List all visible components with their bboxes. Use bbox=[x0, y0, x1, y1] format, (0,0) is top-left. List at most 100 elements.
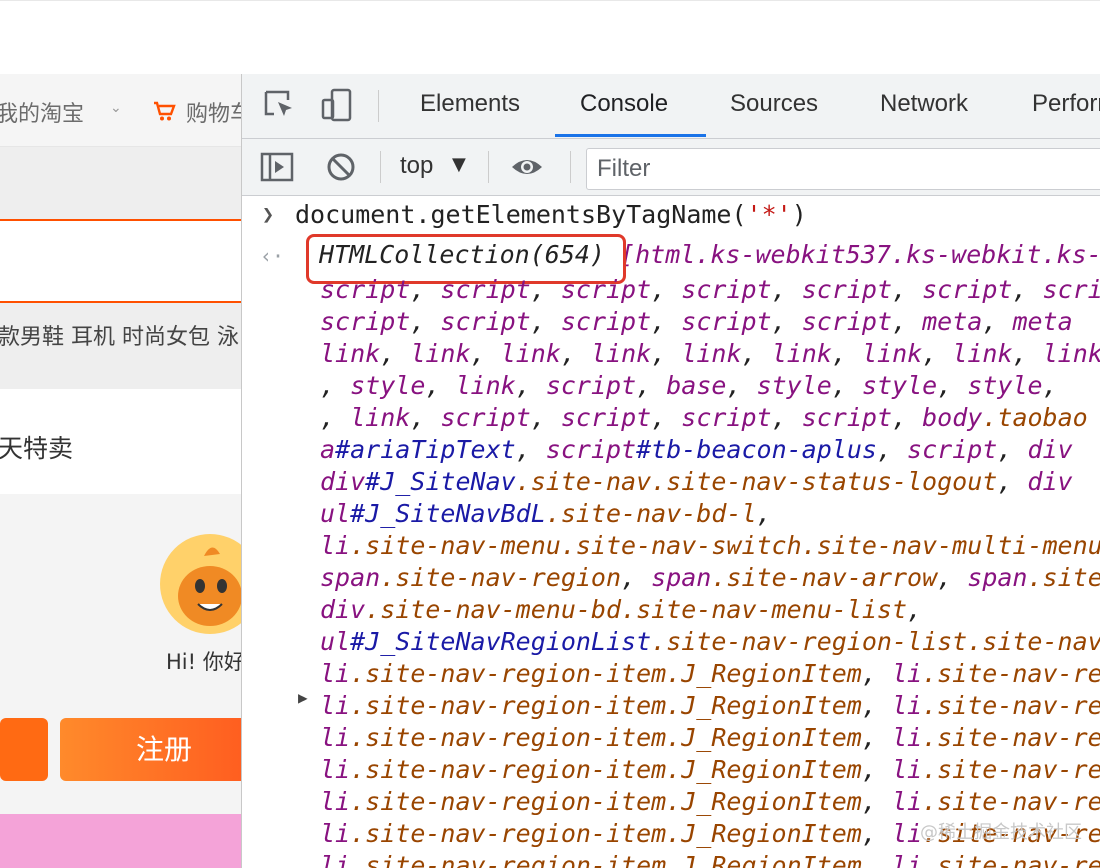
promo-banner[interactable] bbox=[0, 814, 241, 868]
console-punct: , bbox=[922, 339, 953, 368]
console-punct: , bbox=[771, 403, 802, 432]
dropdown-arrow-icon[interactable]: ▼ bbox=[452, 154, 466, 175]
console-punct: , bbox=[560, 339, 591, 368]
console-line[interactable]: ul#J_SiteNavRegionList.site-nav-region-l… bbox=[320, 626, 1100, 658]
tmall-promo-label[interactable]: 天特卖 bbox=[0, 429, 73, 465]
console-line[interactable]: div#J_SiteNav.site-nav.site-nav-status-l… bbox=[320, 466, 1100, 498]
console-line[interactable]: li.site-nav-menu.site-nav-switch.site-na… bbox=[320, 530, 1100, 562]
console-token-tag: script bbox=[545, 435, 637, 464]
member-panel: Hi! 你好 注册 bbox=[0, 494, 241, 814]
console-punct: , bbox=[1042, 371, 1073, 400]
console-line[interactable]: span.site-nav-region, span.site-nav-arro… bbox=[320, 562, 1100, 594]
device-toolbar-icon[interactable] bbox=[320, 88, 354, 122]
console-token-cls: .site-nav-region bbox=[922, 723, 1100, 752]
console-token-tag: span bbox=[967, 563, 1028, 592]
console-token-tag: script bbox=[440, 403, 531, 432]
console-token-tag: script bbox=[320, 307, 411, 336]
greeting-text: Hi! 你好 bbox=[166, 650, 241, 674]
search-input[interactable] bbox=[0, 221, 241, 303]
console-token-cls: .site-nav-region-list.site-nav bbox=[651, 627, 1100, 656]
tab-network[interactable]: Network bbox=[880, 90, 968, 118]
console-token-cls: .site-nav-region-item.J_RegionItem bbox=[350, 755, 862, 784]
console-token-cls: .site-nav-arrow bbox=[711, 563, 938, 592]
browser-top-strip bbox=[0, 0, 1100, 75]
clear-console-icon[interactable] bbox=[324, 150, 358, 184]
console-line[interactable]: div.site-nav-menu-bd.site-nav-menu-list, bbox=[320, 594, 1100, 626]
console-token-cls: .site bbox=[1027, 563, 1100, 592]
console-punct: , bbox=[861, 755, 892, 784]
console-line[interactable]: li.site-nav-region-item.J_RegionItem, li… bbox=[320, 850, 1100, 868]
cart-link[interactable]: 购物车 bbox=[186, 96, 241, 128]
console-token-tag: script bbox=[681, 275, 772, 304]
console-line[interactable]: a#ariaTipText, script#tb-beacon-aplus, s… bbox=[320, 434, 1100, 466]
console-line[interactable]: li.site-nav-region-item.J_RegionItem, li… bbox=[320, 754, 1100, 786]
my-taobao-link[interactable]: 我的淘宝 bbox=[0, 96, 84, 128]
console-token-tag: ul bbox=[320, 499, 351, 528]
login-button[interactable] bbox=[0, 718, 48, 781]
console-token-tag: style bbox=[967, 371, 1043, 400]
console-token-cls: .site-nav-region bbox=[922, 787, 1100, 816]
tab-console[interactable]: Console bbox=[580, 90, 668, 118]
chevron-down-icon[interactable]: ⌄ bbox=[110, 100, 122, 116]
console-line[interactable]: link, link, link, link, link, link, link… bbox=[320, 338, 1100, 370]
context-selector[interactable]: top bbox=[400, 152, 433, 180]
console-punct: , bbox=[470, 339, 501, 368]
console-token-tag: li bbox=[891, 819, 923, 848]
inspect-element-icon[interactable] bbox=[262, 88, 296, 122]
command-arg: '*' bbox=[746, 200, 792, 229]
tab-performance[interactable]: Performance bbox=[1032, 90, 1100, 118]
console-punct: , bbox=[876, 435, 908, 464]
console-token-tag: script bbox=[560, 403, 652, 432]
watermark: @稀土掘金技术社区 bbox=[920, 822, 1082, 843]
console-line[interactable]: , link, script, script, script, script, … bbox=[320, 402, 1100, 434]
console-line[interactable]: li.site-nav-region-item.J_RegionItem, li… bbox=[320, 690, 1100, 722]
console-line[interactable]: script, script, script, script, script, … bbox=[320, 274, 1100, 306]
hot-words-text[interactable]: 款男鞋 耳机 时尚女包 泳 bbox=[0, 319, 239, 351]
console-punct: , bbox=[907, 595, 923, 624]
console-token-tag: li bbox=[891, 787, 923, 816]
console-token-tag: script bbox=[801, 307, 892, 336]
eye-icon[interactable] bbox=[510, 150, 544, 184]
console-token-tag: link bbox=[590, 339, 652, 368]
console-token-tag: li bbox=[320, 851, 351, 868]
console-line[interactable]: script, script, script, script, script, … bbox=[320, 306, 1100, 338]
console-punct: , bbox=[861, 691, 892, 720]
console-token-tag: script bbox=[907, 435, 998, 464]
console-punct: , bbox=[861, 851, 892, 868]
console-punct: , bbox=[651, 339, 682, 368]
console-token-tag: link bbox=[455, 371, 516, 400]
console-token-tag: script bbox=[681, 307, 772, 336]
console-punct: , bbox=[1012, 275, 1043, 304]
console-punct: , bbox=[831, 371, 862, 400]
console-token-cls: .site-nav-region bbox=[380, 563, 622, 592]
console-token-tag: div bbox=[320, 595, 366, 624]
filter-input[interactable] bbox=[587, 149, 1099, 189]
console-token-tag: link bbox=[681, 339, 742, 368]
console-token-tag: link bbox=[1042, 339, 1100, 368]
console-token-tag: li bbox=[891, 691, 923, 720]
console-token-tag: script bbox=[801, 403, 893, 432]
console-line[interactable]: li.site-nav-region-item.J_RegionItem, li… bbox=[320, 658, 1100, 690]
return-arrow-icon: ‹· bbox=[260, 244, 285, 268]
console-token-cls: .site-nav-menu.site-nav-switch.site-nav-… bbox=[350, 531, 1100, 560]
sidebar-toggle-icon[interactable] bbox=[260, 150, 294, 184]
console-command[interactable]: document.getElementsByTagName('*') bbox=[295, 200, 807, 229]
expand-triangle-icon[interactable]: ▶ bbox=[298, 688, 308, 707]
active-tab-indicator bbox=[555, 134, 706, 137]
console-punct: , bbox=[982, 307, 1013, 336]
console-line[interactable]: , style, link, script, base, style, styl… bbox=[320, 370, 1100, 402]
console-line[interactable]: li.site-nav-region-item.J_RegionItem, li… bbox=[320, 786, 1100, 818]
tab-elements[interactable]: Elements bbox=[420, 90, 520, 118]
tab-sources[interactable]: Sources bbox=[730, 90, 818, 118]
console-token-tag: style bbox=[350, 371, 426, 400]
console-line[interactable]: li.site-nav-region-item.J_RegionItem, li… bbox=[320, 722, 1100, 754]
console-token-cls: .site-nav.site-nav-status-logout bbox=[515, 467, 998, 496]
console-punct: , bbox=[410, 275, 441, 304]
register-button[interactable]: 注册 bbox=[60, 718, 241, 781]
console-line[interactable]: ul#J_SiteNavBdL.site-nav-bd-l, bbox=[320, 498, 1100, 530]
console-punct: , bbox=[1012, 339, 1043, 368]
console-token-id: #ariaTipText bbox=[335, 435, 516, 464]
console-token-cls: .site-nav-region bbox=[922, 659, 1100, 688]
console-token-cls: .taobao bbox=[982, 403, 1088, 432]
site-nav: 我的淘宝 ⌄ 购物车 bbox=[0, 74, 241, 147]
